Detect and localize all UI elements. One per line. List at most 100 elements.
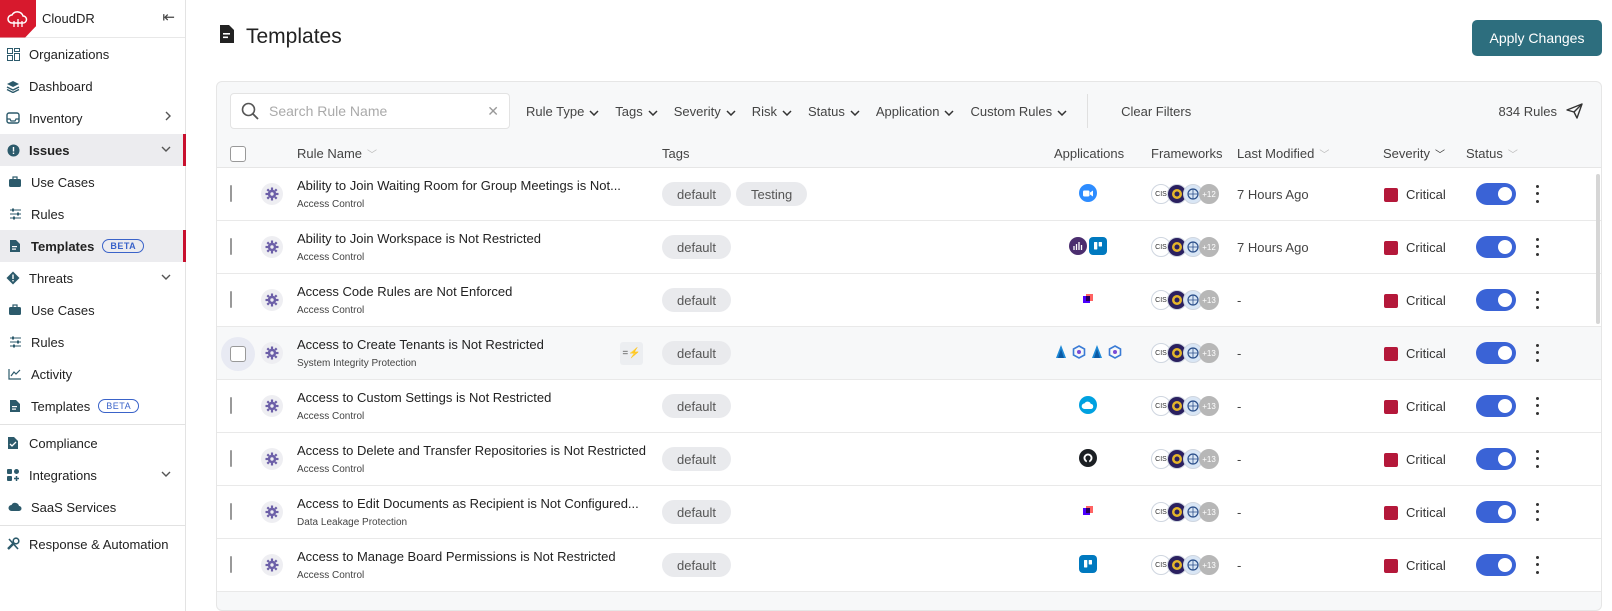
- row-checkbox[interactable]: [230, 556, 232, 573]
- filter-severity[interactable]: Severity: [674, 104, 736, 119]
- row-checkbox[interactable]: [230, 291, 232, 308]
- header-severity[interactable]: Severity ﹀: [1383, 146, 1445, 161]
- rule-name[interactable]: Ability to Join Workspace is Not Restric…: [297, 231, 541, 246]
- apply-changes-button[interactable]: Apply Changes: [1472, 20, 1602, 56]
- tag-chip[interactable]: default: [662, 447, 732, 471]
- more-options-icon[interactable]: [1532, 342, 1542, 364]
- sidebar-item-saas-services[interactable]: SaaS Services: [0, 491, 185, 523]
- status-toggle[interactable]: [1476, 236, 1516, 258]
- status-toggle[interactable]: [1476, 554, 1516, 576]
- more-options-icon[interactable]: [1532, 395, 1542, 417]
- table-row[interactable]: Ability to Join Waiting Room for Group M…: [217, 168, 1601, 221]
- rule-name[interactable]: Access to Create Tenants is Not Restrict…: [297, 337, 544, 352]
- sidebar-item-compliance[interactable]: Compliance: [0, 427, 185, 459]
- sidebar-item-inventory[interactable]: Inventory: [0, 102, 185, 134]
- frameworks-more-badge[interactable]: +13: [1199, 449, 1219, 469]
- frameworks-more-badge[interactable]: +13: [1199, 555, 1219, 575]
- row-checkbox[interactable]: [230, 185, 232, 202]
- table-row[interactable]: Access to Edit Documents as Recipient is…: [217, 486, 1601, 539]
- rule-name[interactable]: Access to Custom Settings is Not Restric…: [297, 390, 551, 405]
- sidebar-item-response-automation[interactable]: Response & Automation: [0, 528, 185, 560]
- sidebar-item-issues[interactable]: Issues: [0, 134, 186, 166]
- ai-remediation-icon[interactable]: =⚡: [620, 342, 643, 365]
- tag-chip[interactable]: default: [662, 288, 732, 312]
- filter-tags[interactable]: Tags: [615, 104, 658, 119]
- row-checkbox[interactable]: [230, 503, 232, 520]
- sidebar-item-rules[interactable]: Rules: [0, 198, 185, 230]
- chevron-down-icon[interactable]: [161, 468, 171, 480]
- sidebar-item-threats[interactable]: Threats: [0, 262, 185, 294]
- row-checkbox[interactable]: [230, 450, 232, 467]
- tag-chip[interactable]: default: [662, 394, 732, 418]
- table-row[interactable]: Access Code Rules are Not Enforced Access…: [217, 274, 1601, 327]
- clouddr-logo[interactable]: [0, 0, 36, 38]
- chevron-right-icon[interactable]: [165, 111, 171, 124]
- filter-rule-type[interactable]: Rule Type: [526, 104, 599, 119]
- sidebar-item-use-cases[interactable]: Use Cases: [0, 166, 185, 198]
- filter-application[interactable]: Application: [876, 104, 955, 119]
- status-toggle[interactable]: [1476, 289, 1516, 311]
- rule-name[interactable]: Ability to Join Waiting Room for Group M…: [297, 178, 621, 193]
- tag-chip[interactable]: default: [662, 500, 732, 524]
- status-toggle[interactable]: [1476, 183, 1516, 205]
- table-row[interactable]: Access to Delete and Transfer Repositori…: [217, 433, 1601, 486]
- frameworks-more-badge[interactable]: +13: [1199, 396, 1219, 416]
- tag-chip[interactable]: Testing: [736, 182, 808, 206]
- sidebar-item-dashboard[interactable]: Dashboard: [0, 70, 185, 102]
- status-toggle[interactable]: [1476, 501, 1516, 523]
- row-checkbox[interactable]: [221, 337, 255, 371]
- briefcase-icon: [8, 303, 22, 317]
- clear-search-icon[interactable]: ✕: [487, 103, 499, 120]
- more-options-icon[interactable]: [1532, 501, 1542, 523]
- header-status[interactable]: Status ﹀: [1466, 146, 1518, 161]
- chevron-down-icon[interactable]: [161, 143, 171, 155]
- sidebar-item-templates[interactable]: Templates BETA: [0, 230, 186, 262]
- table-row[interactable]: Access to Custom Settings is Not Restric…: [217, 380, 1601, 433]
- clear-filters-button[interactable]: Clear Filters: [1121, 104, 1191, 119]
- table-row[interactable]: Ability to Join Workspace is Not Restric…: [217, 221, 1601, 274]
- status-toggle[interactable]: [1476, 342, 1516, 364]
- tag-chip[interactable]: default: [662, 341, 732, 365]
- sidebar-item-rules[interactable]: Rules: [0, 326, 185, 358]
- sidebar-item-integrations[interactable]: Integrations: [0, 459, 185, 491]
- status-toggle[interactable]: [1476, 448, 1516, 470]
- frameworks-more-badge[interactable]: +12: [1199, 184, 1219, 204]
- rule-name[interactable]: Access to Manage Board Permissions is No…: [297, 549, 616, 564]
- frameworks-more-badge[interactable]: +13: [1199, 290, 1219, 310]
- table-row[interactable]: Access to Manage Board Permissions is No…: [217, 539, 1601, 592]
- select-all-checkbox[interactable]: [230, 145, 246, 162]
- send-icon[interactable]: [1566, 103, 1583, 122]
- row-checkbox[interactable]: [230, 238, 232, 255]
- collapse-sidebar-icon[interactable]: ⇤: [162, 8, 175, 26]
- more-options-icon[interactable]: [1532, 183, 1542, 205]
- header-rule-name[interactable]: Rule Name ﹀: [297, 146, 377, 161]
- sidebar-item-organizations[interactable]: Organizations: [0, 38, 185, 70]
- table-row[interactable]: Access to Create Tenants is Not Restrict…: [217, 327, 1601, 380]
- gear-icon: [261, 183, 283, 205]
- search-input[interactable]: [269, 103, 488, 119]
- header-last-modified[interactable]: Last Modified ﹀: [1237, 146, 1329, 161]
- rule-name[interactable]: Access Code Rules are Not Enforced: [297, 284, 512, 299]
- sidebar-item-activity[interactable]: Activity: [0, 358, 185, 390]
- frameworks-more-badge[interactable]: +13: [1199, 343, 1219, 363]
- tag-chip[interactable]: default: [662, 182, 732, 206]
- tag-chip[interactable]: default: [662, 553, 732, 577]
- filter-status[interactable]: Status: [808, 104, 860, 119]
- chevron-down-icon[interactable]: [161, 271, 171, 283]
- status-toggle[interactable]: [1476, 395, 1516, 417]
- frameworks-more-badge[interactable]: +12: [1199, 237, 1219, 257]
- more-options-icon[interactable]: [1532, 554, 1542, 576]
- table-scrollbar[interactable]: [1596, 174, 1600, 324]
- rule-name[interactable]: Access to Delete and Transfer Repositori…: [297, 443, 646, 458]
- sidebar-item-templates[interactable]: Templates BETA: [0, 390, 185, 422]
- row-checkbox[interactable]: [230, 397, 232, 414]
- more-options-icon[interactable]: [1532, 448, 1542, 470]
- sidebar-item-use-cases[interactable]: Use Cases: [0, 294, 185, 326]
- more-options-icon[interactable]: [1532, 289, 1542, 311]
- more-options-icon[interactable]: [1532, 236, 1542, 258]
- tag-chip[interactable]: default: [662, 235, 732, 259]
- filter-risk[interactable]: Risk: [752, 104, 792, 119]
- rule-name[interactable]: Access to Edit Documents as Recipient is…: [297, 496, 639, 511]
- frameworks-more-badge[interactable]: +13: [1199, 502, 1219, 522]
- filter-custom-rules[interactable]: Custom Rules: [970, 104, 1067, 119]
